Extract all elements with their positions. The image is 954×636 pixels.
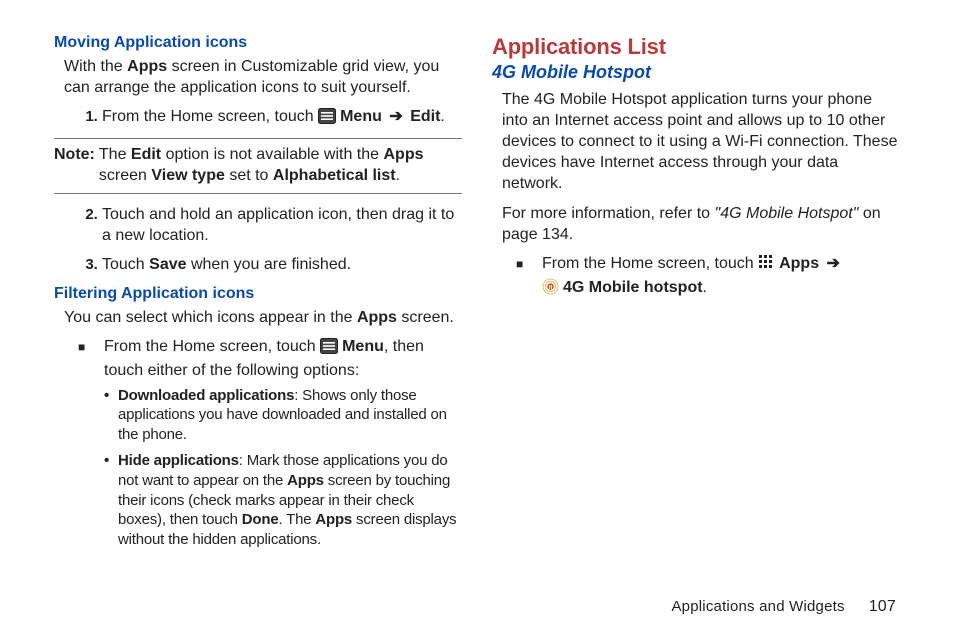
menu-icon <box>320 338 338 360</box>
note-block: Note: The Edit option is not available w… <box>54 138 462 194</box>
step-3: Touch Save when you are finished. <box>102 254 462 275</box>
heading-4g-mobile-hotspot: 4G Mobile Hotspot <box>492 62 900 83</box>
text: From the Home screen, touch <box>102 108 318 125</box>
bold-alphabetical-list: Alphabetical list <box>273 167 396 184</box>
text: From the Home screen, touch <box>104 338 320 355</box>
footer-page-number: 107 <box>869 598 896 616</box>
bold-menu: Menu <box>342 338 384 355</box>
heading-applications-list: Applications List <box>492 34 900 60</box>
step-2: Touch and hold an application icon, then… <box>102 204 462 246</box>
footer-section-title: Applications and Widgets <box>671 598 844 615</box>
subbullet-downloaded-applications: • Downloaded applications: Shows only th… <box>104 386 462 445</box>
arrow-icon: ➔ <box>824 255 843 272</box>
step-1: From the Home screen, touch Menu ➔ Edit. <box>102 106 462 130</box>
bold-4g-mobile-hotspot: 4G Mobile hotspot <box>563 279 703 296</box>
bold-done: Done <box>242 511 279 528</box>
bold-apps: Apps <box>357 309 397 326</box>
text: . <box>703 279 707 296</box>
text: For more information, refer to <box>502 205 715 222</box>
bold-save: Save <box>149 256 186 273</box>
subbullet-hide-applications: • Hide applications: Mark those applicat… <box>104 451 462 550</box>
note-text: The Edit option is not available with th… <box>99 145 462 187</box>
arrow-icon: ➔ <box>386 108 405 125</box>
heading-filtering-application-icons: Filtering Application icons <box>54 285 462 303</box>
bold-apps: Apps <box>779 255 819 272</box>
bold-edit: Edit <box>410 108 440 125</box>
bold-menu: Menu <box>340 108 382 125</box>
text: With the <box>64 58 127 75</box>
text: . <box>396 167 400 184</box>
apps-grid-icon <box>758 254 775 277</box>
text: set to <box>225 167 273 184</box>
bold-downloaded-applications: Downloaded applications <box>118 387 294 404</box>
text: Touch <box>102 256 149 273</box>
paragraph-4g-description: The 4G Mobile Hotspot application turns … <box>492 89 900 195</box>
heading-moving-application-icons: Moving Application icons <box>54 34 462 52</box>
bold-apps: Apps <box>383 146 423 163</box>
square-bullet-icon: ■ <box>78 336 104 381</box>
bold-hide-applications: Hide applications <box>118 452 239 469</box>
page-footer: Applications and Widgets 107 <box>54 598 900 616</box>
square-bullet-icon: ■ <box>516 253 542 301</box>
text: From the Home screen, touch <box>542 255 758 272</box>
note-label: Note: <box>54 145 95 187</box>
text: You can select which icons appear in the <box>64 309 357 326</box>
text: when you are finished. <box>187 256 352 273</box>
bold-apps: Apps <box>315 511 352 528</box>
paragraph-moving-description: With the Apps screen in Customizable gri… <box>54 56 462 98</box>
text: screen <box>99 167 151 184</box>
bold-view-type: View type <box>151 167 225 184</box>
hotspot-icon: H <box>542 278 559 301</box>
text: . <box>440 108 444 125</box>
bold-edit: Edit <box>131 146 161 163</box>
paragraph-filtering-description: You can select which icons appear in the… <box>54 307 462 328</box>
dot-bullet-icon: • <box>104 451 118 550</box>
text: option is not available with the <box>161 146 383 163</box>
text: screen. <box>397 309 454 326</box>
svg-text:H: H <box>549 285 553 291</box>
menu-icon <box>318 108 336 130</box>
dot-bullet-icon: • <box>104 386 118 445</box>
bold-apps: Apps <box>127 58 167 75</box>
text: The <box>99 146 131 163</box>
bullet-from-home-menu: ■ From the Home screen, touch Menu, then… <box>78 336 462 381</box>
bullet-from-home-apps: ■ From the Home screen, touch <box>516 253 900 301</box>
text: . The <box>278 511 315 528</box>
bold-apps: Apps <box>287 472 324 489</box>
italic-ref: "4G Mobile Hotspot" <box>715 205 859 222</box>
paragraph-more-info: For more information, refer to "4G Mobil… <box>492 203 900 245</box>
